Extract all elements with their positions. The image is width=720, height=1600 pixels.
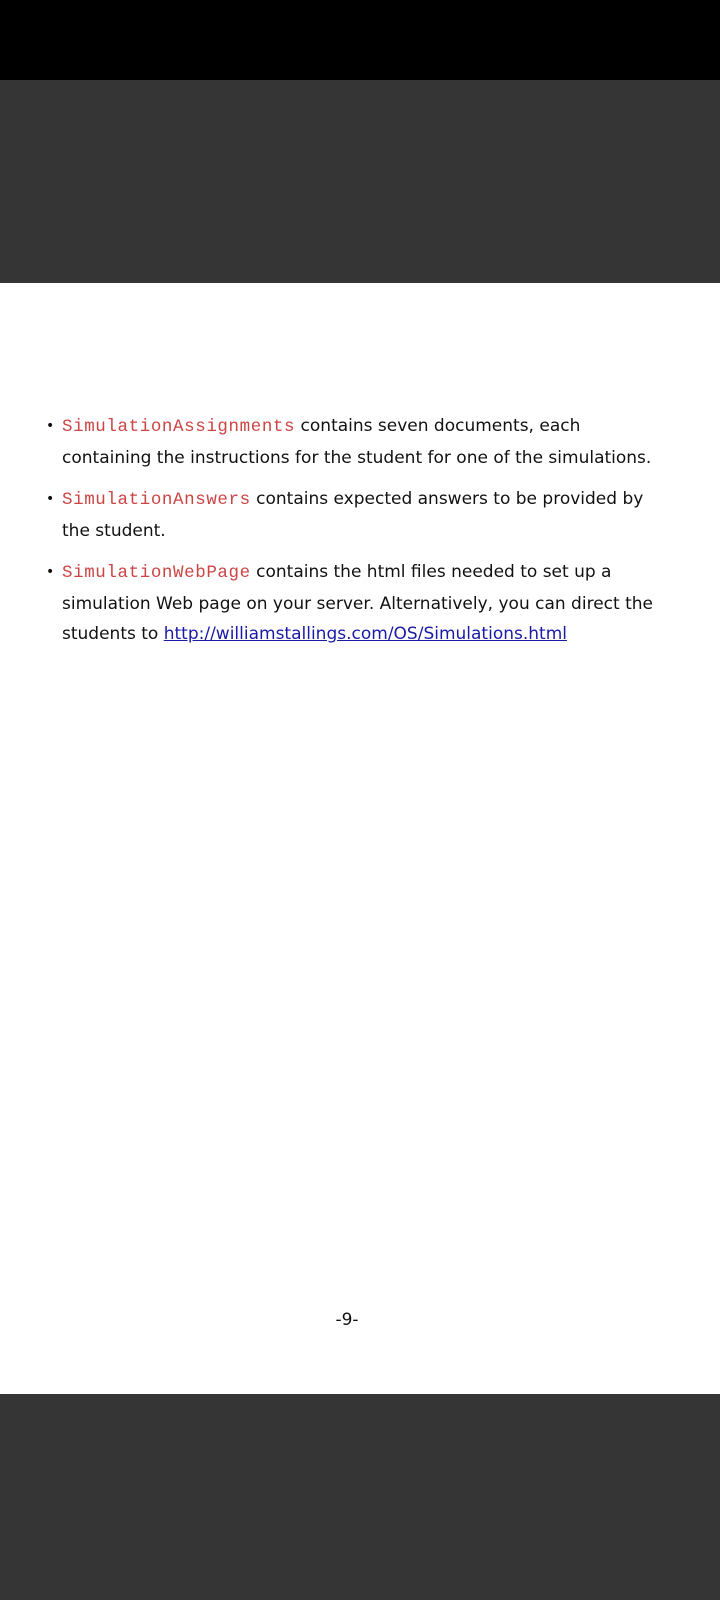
bullet-icon: • <box>46 418 55 434</box>
list-item: • SimulationWebPage contains the html fi… <box>44 557 674 650</box>
viewer-bottom-area <box>0 1394 720 1600</box>
bullet-icon: • <box>46 564 55 580</box>
list-item: • SimulationAssignments contains seven d… <box>44 411 674 473</box>
code-term: SimulationAnswers <box>62 490 251 510</box>
simulations-link[interactable]: http://williamstallings.com/OS/Simulatio… <box>164 624 567 644</box>
status-bar <box>0 0 720 80</box>
code-term: SimulationAssignments <box>62 417 296 437</box>
list-item: • SimulationAnswers contains expected an… <box>44 484 674 546</box>
code-term: SimulationWebPage <box>62 563 251 583</box>
viewer-top-area <box>0 80 720 283</box>
bullet-list: • SimulationAssignments contains seven d… <box>44 411 674 661</box>
page-number: -9- <box>335 1310 359 1330</box>
document-page[interactable]: • SimulationAssignments contains seven d… <box>0 283 720 1394</box>
bullet-icon: • <box>46 491 55 507</box>
